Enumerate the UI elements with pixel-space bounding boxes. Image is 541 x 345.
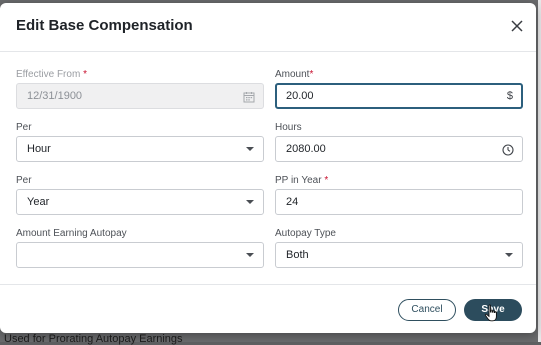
pp-in-year-input[interactable]: 24	[275, 189, 523, 215]
autopay-type-value: Both	[286, 249, 309, 261]
close-icon	[511, 20, 523, 32]
clock-icon	[502, 143, 514, 156]
per-value-2: Year	[27, 196, 50, 208]
header-divider	[0, 51, 536, 52]
effective-from-input[interactable]: 12/31/1900	[16, 83, 264, 109]
amount-earning-autopay-select[interactable]	[16, 242, 264, 268]
hours-input[interactable]: 2080.00	[275, 136, 523, 162]
autopay-type-field: Autopay Type Both	[275, 227, 523, 268]
effective-from-field: Effective From * 12/31/1900	[16, 68, 264, 109]
pp-in-year-field: PP in Year * 24	[275, 174, 523, 215]
chevron-down-icon	[246, 200, 254, 204]
edit-base-compensation-dialog: Edit Base Compensation Effective From * …	[0, 3, 536, 333]
hours-field: Hours 2080.00	[275, 121, 523, 162]
cancel-button[interactable]: Cancel	[398, 299, 456, 321]
chevron-down-icon	[505, 253, 513, 257]
footer-divider	[0, 284, 536, 285]
effective-from-value: 12/31/1900	[27, 90, 83, 102]
chevron-down-icon	[246, 147, 254, 151]
per-value-1: Hour	[27, 143, 51, 155]
per-label-2: Per	[16, 175, 32, 186]
per-field-1: Per Hour	[16, 121, 264, 162]
amount-field: Amount* 20.00 $	[275, 68, 523, 109]
autopay-type-select[interactable]: Both	[275, 242, 523, 268]
per-label-1: Per	[16, 122, 32, 133]
required-marker: *	[324, 175, 329, 186]
amount-value: 20.00	[286, 90, 314, 102]
per-select-1[interactable]: Hour	[16, 136, 264, 162]
hours-value: 2080.00	[286, 143, 326, 155]
effective-from-label: Effective From *	[16, 69, 87, 80]
calendar-icon	[243, 90, 255, 103]
pp-in-year-label: PP in Year *	[275, 175, 329, 186]
close-button[interactable]	[506, 15, 528, 37]
dialog-header: Edit Base Compensation	[0, 3, 536, 51]
amount-earning-autopay-field: Amount Earning Autopay	[16, 227, 264, 268]
dialog-title: Edit Base Compensation	[16, 17, 193, 34]
autopay-type-label: Autopay Type	[275, 228, 336, 239]
amount-input[interactable]: 20.00 $	[275, 83, 523, 109]
required-marker: *	[309, 69, 314, 80]
background-partial-text: Used for Prorating Autopay Earnings	[4, 333, 183, 345]
hand-pointer-cursor-icon	[484, 304, 497, 322]
per-field-2: Per Year	[16, 174, 264, 215]
currency-suffix: $	[506, 90, 513, 102]
hours-label: Hours	[275, 122, 302, 133]
amount-label: Amount*	[275, 69, 314, 80]
required-marker: *	[83, 69, 87, 80]
amount-earning-autopay-label: Amount Earning Autopay	[16, 228, 127, 239]
per-select-2[interactable]: Year	[16, 189, 264, 215]
chevron-down-icon	[246, 253, 254, 257]
pp-in-year-value: 24	[286, 196, 299, 208]
